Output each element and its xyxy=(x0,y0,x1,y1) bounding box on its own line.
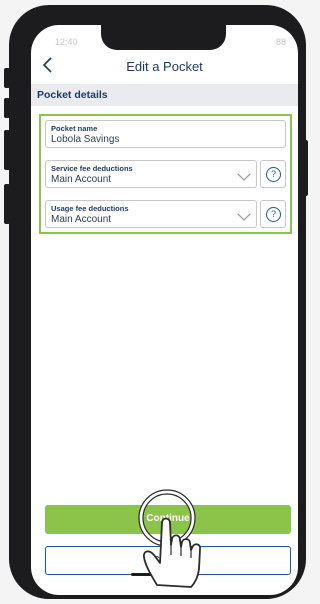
pocket-details-form: Pocket name Lobola Savings Service fee d… xyxy=(39,114,292,234)
service-fee-label: Service fee deductions xyxy=(51,164,133,173)
usage-fee-help-button[interactable]: ? xyxy=(260,200,286,228)
usage-fee-label: Usage fee deductions xyxy=(51,204,129,213)
phone-notch xyxy=(101,25,226,50)
service-fee-value: Main Account xyxy=(51,174,112,185)
section-title: Pocket details xyxy=(37,89,108,101)
app-screen: 12:40 88 Edit a Pocket Pocket details Po… xyxy=(31,25,298,595)
side-button xyxy=(4,184,10,224)
section-header: Pocket details xyxy=(31,84,298,106)
status-battery: 88 xyxy=(275,37,286,47)
volume-button xyxy=(4,98,10,118)
service-fee-select[interactable]: Service fee deductions Main Account xyxy=(45,160,257,188)
service-fee-help-button[interactable]: ? xyxy=(260,160,286,188)
phone-frame: 12:40 88 Edit a Pocket Pocket details Po… xyxy=(9,5,306,599)
header: Edit a Pocket xyxy=(31,53,298,83)
chevron-down-icon xyxy=(237,169,251,181)
page-title: Edit a Pocket xyxy=(126,59,203,74)
help-icon: ? xyxy=(266,207,281,222)
power-button xyxy=(303,140,308,196)
tap-hand-icon xyxy=(127,487,237,595)
status-time: 12:40 xyxy=(55,37,78,47)
help-icon: ? xyxy=(266,167,281,182)
pocket-name-field[interactable]: Pocket name Lobola Savings xyxy=(45,120,286,148)
usage-fee-select[interactable]: Usage fee deductions Main Account xyxy=(45,200,257,228)
chevron-down-icon xyxy=(237,209,251,221)
usage-fee-value: Main Account xyxy=(51,214,112,225)
pocket-name-value: Lobola Savings xyxy=(51,134,120,145)
volume-down-button xyxy=(4,130,10,170)
mute-switch xyxy=(4,68,10,88)
pocket-name-label: Pocket name xyxy=(51,124,98,133)
